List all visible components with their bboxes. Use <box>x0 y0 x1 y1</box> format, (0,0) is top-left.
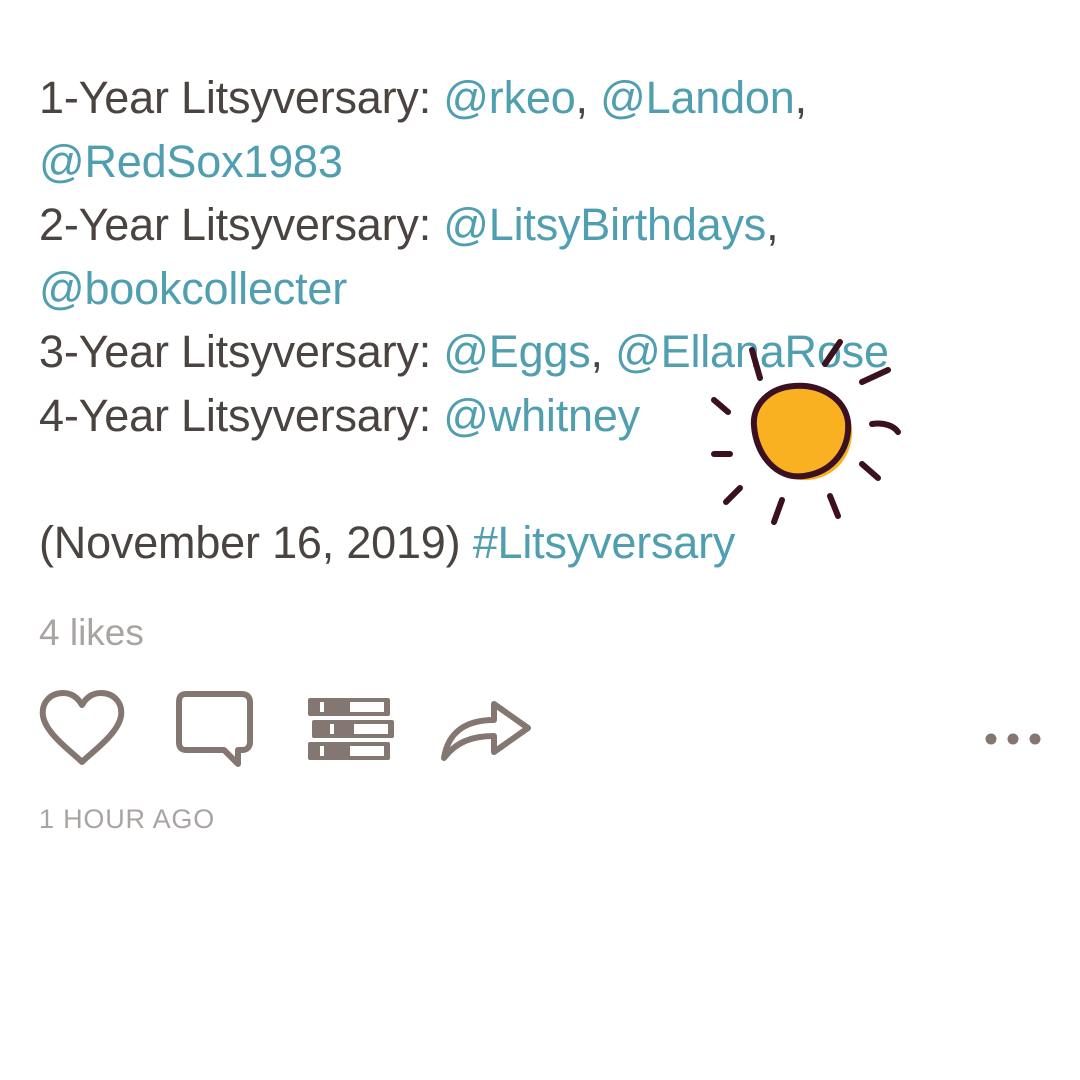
anniversary-label: 4-Year Litsyversary: <box>39 389 444 441</box>
comment-button[interactable] <box>176 690 256 775</box>
mention-link[interactable]: @Landon <box>600 72 795 123</box>
anniversary-label: 2-Year Litsyversary: <box>39 199 444 250</box>
post-date: (November 16, 2019) <box>39 516 473 568</box>
separator: , <box>794 72 808 123</box>
more-dots-icon <box>985 733 1041 745</box>
mention-link[interactable]: @whitney <box>443 390 640 441</box>
book-stack-icon <box>308 698 394 760</box>
comment-bubble-icon <box>176 691 253 767</box>
separator: , <box>766 199 779 250</box>
post-line: 1-Year Litsyversary: @rkeo, @Landon, <box>39 66 1039 130</box>
heart-icon <box>39 690 125 765</box>
mention-link[interactable]: @LitsyBirthdays <box>443 199 766 250</box>
share-button[interactable] <box>438 692 534 769</box>
separator: , <box>575 72 601 123</box>
anniversary-label: 3-Year Litsyversary: <box>39 326 444 377</box>
mention-link[interactable]: @bookcollecter <box>39 263 347 314</box>
mention-link[interactable]: @rkeo <box>443 72 575 123</box>
more-options-button[interactable] <box>984 732 1046 751</box>
post-line: @bookcollecter <box>39 257 1039 321</box>
mention-link[interactable]: @RedSox1983 <box>39 136 343 187</box>
stack-button[interactable] <box>306 694 400 769</box>
share-arrow-icon <box>441 701 531 761</box>
post-line: 2-Year Litsyversary: @LitsyBirthdays, <box>39 193 1039 257</box>
mention-link[interactable]: @Eggs <box>443 326 590 377</box>
sun-sticker <box>711 339 901 525</box>
anniversary-label: 1-Year Litsyversary: <box>39 72 444 123</box>
likes-count[interactable]: 4 likes <box>39 612 144 654</box>
hashtag-link[interactable]: #Litsyversary <box>473 517 736 568</box>
post-timestamp: 1 HOUR AGO <box>39 804 216 834</box>
post-line: @RedSox1983 <box>39 130 1039 194</box>
like-button[interactable] <box>38 688 126 773</box>
action-bar <box>38 688 1048 768</box>
separator: , <box>590 326 616 377</box>
sun-icon <box>711 339 901 525</box>
